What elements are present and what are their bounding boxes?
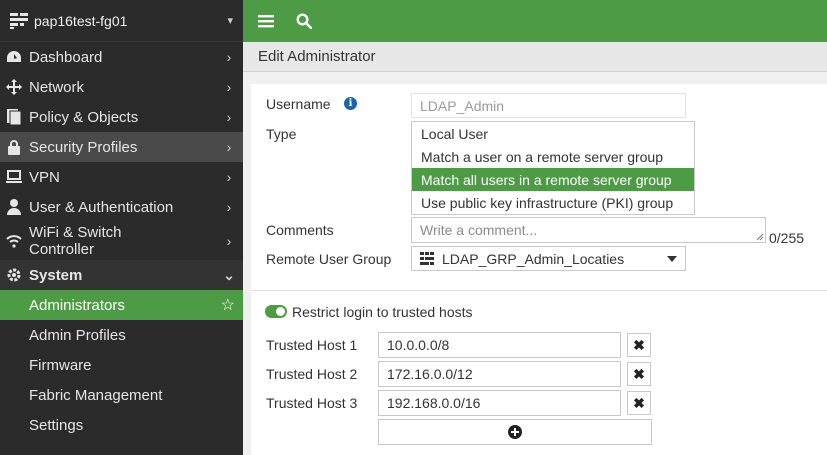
- sidebar-item-label: Dashboard: [29, 48, 103, 66]
- resize-handle-icon[interactable]: [756, 233, 764, 241]
- trusted-host-2-field[interactable]: 172.16.0.0/12: [378, 361, 621, 387]
- chevron-down-icon: ⌄: [223, 266, 235, 283]
- sidebar-subitem-label: Fabric Management: [29, 386, 163, 404]
- group-icon: [420, 252, 434, 265]
- plus-circle-icon: [508, 425, 522, 439]
- policy-icon: [6, 109, 22, 125]
- page-title: Edit Administrator: [243, 42, 827, 72]
- trusted-host-3-field[interactable]: 192.168.0.0/16: [378, 390, 621, 416]
- remove-trusted-host-3-button[interactable]: ✖: [627, 391, 651, 415]
- laptop-icon: [6, 169, 22, 185]
- sidebar-item-label: System: [29, 266, 83, 284]
- sidebar-item-label: VPN: [29, 168, 60, 186]
- search-icon[interactable]: [293, 10, 315, 32]
- chevron-right-icon: ›: [226, 169, 232, 185]
- fortigate-logo-icon: [10, 12, 28, 29]
- sidebar-subitem-fabric-management[interactable]: Fabric Management: [0, 380, 243, 410]
- dashboard-icon: [6, 49, 22, 65]
- chevron-right-icon: ›: [226, 199, 232, 215]
- close-icon: ✖: [633, 394, 645, 411]
- sidebar-item-user-authentication[interactable]: User & Authentication ›: [0, 192, 243, 222]
- chevron-right-icon: ›: [226, 49, 232, 65]
- user-icon: [6, 199, 22, 215]
- restrict-hosts-toggle[interactable]: [265, 305, 287, 318]
- device-name: pap16test-fg01: [34, 12, 128, 29]
- username-label: Username: [266, 96, 331, 112]
- top-bar: [243, 0, 827, 42]
- sidebar-item-vpn[interactable]: VPN ›: [0, 162, 243, 192]
- sidebar-item-label: Network: [29, 78, 85, 96]
- chevron-right-icon: ›: [226, 79, 232, 95]
- remove-trusted-host-1-button[interactable]: ✖: [627, 333, 651, 357]
- chevron-right-icon: ›: [226, 139, 232, 155]
- sidebar-subitem-firmware[interactable]: Firmware: [0, 350, 243, 380]
- comments-char-counter: 0/255: [769, 230, 805, 246]
- sidebar-subitem-label: Admin Profiles: [29, 326, 126, 344]
- sidebar-subitem-label: Firmware: [29, 356, 92, 374]
- trusted-host-3-label: Trusted Host 3: [266, 395, 358, 411]
- network-icon: [6, 79, 22, 95]
- trusted-host-1-field[interactable]: 10.0.0.0/8: [378, 332, 621, 358]
- comments-label: Comments: [266, 222, 334, 238]
- sidebar-item-label: Security Profiles: [29, 138, 138, 156]
- add-trusted-host-button[interactable]: [378, 419, 652, 445]
- gear-icon: [6, 267, 22, 283]
- type-option-pki-group[interactable]: Use public key infrastructure (PKI) grou…: [412, 191, 694, 214]
- dropdown-caret-icon: [667, 255, 677, 262]
- type-label: Type: [266, 126, 297, 142]
- sidebar-item-policy-objects[interactable]: Policy & Objects ›: [0, 102, 243, 132]
- chevron-right-icon: ›: [226, 232, 232, 249]
- remove-trusted-host-2-button[interactable]: ✖: [627, 362, 651, 386]
- sidebar-subitem-settings[interactable]: Settings: [0, 410, 243, 440]
- section-divider: [251, 290, 827, 291]
- chevron-down-icon: ▾: [227, 15, 233, 27]
- chevron-right-icon: ›: [226, 109, 232, 125]
- sidebar-item-label: User & Authentication: [29, 198, 174, 216]
- sidebar-subitem-label: Administrators: [29, 296, 125, 314]
- remote-group-label: Remote User Group: [266, 251, 392, 267]
- close-icon: ✖: [633, 336, 645, 353]
- sidebar-item-wifi-switch-controller[interactable]: WiFi & Switch Controller ›: [0, 224, 243, 258]
- sidebar-item-label: Policy & Objects: [29, 108, 139, 126]
- close-icon: ✖: [633, 365, 645, 382]
- sidebar-subitem-administrators[interactable]: Administrators ☆: [0, 290, 243, 320]
- type-option-match-user-remote-group[interactable]: Match a user on a remote server group: [412, 145, 694, 168]
- label-line-1: WiFi & Switch: [29, 224, 122, 241]
- username-field[interactable]: LDAP_Admin: [411, 93, 686, 118]
- lock-icon: [6, 139, 22, 155]
- favorite-star-icon[interactable]: ☆: [221, 295, 235, 315]
- wifi-icon: [6, 233, 22, 249]
- trusted-host-1-label: Trusted Host 1: [266, 337, 358, 353]
- sidebar-item-system[interactable]: System ⌄: [0, 260, 243, 290]
- sidebar: pap16test-fg01 ▾ Dashboard › Network › P…: [0, 0, 243, 455]
- type-option-local-user[interactable]: Local User: [412, 122, 694, 145]
- remote-group-value: LDAP_GRP_Admin_Locaties: [442, 250, 625, 267]
- type-option-match-all-remote-group[interactable]: Match all users in a remote server group: [412, 168, 694, 191]
- trusted-host-2-label: Trusted Host 2: [266, 366, 358, 382]
- sidebar-item-security-profiles[interactable]: Security Profiles ›: [0, 132, 243, 162]
- sidebar-subitem-label: Settings: [29, 416, 84, 434]
- device-selector[interactable]: pap16test-fg01 ▾: [0, 0, 243, 42]
- restrict-hosts-label: Restrict login to trusted hosts: [292, 304, 473, 320]
- sidebar-item-label: WiFi & Switch Controller: [29, 224, 223, 258]
- info-icon[interactable]: i: [344, 97, 357, 110]
- remote-group-select[interactable]: LDAP_GRP_Admin_Locaties: [411, 246, 686, 271]
- hamburger-menu-icon[interactable]: [255, 10, 277, 32]
- sidebar-item-network[interactable]: Network ›: [0, 72, 243, 102]
- sidebar-subitem-admin-profiles[interactable]: Admin Profiles: [0, 320, 243, 350]
- comments-field[interactable]: Write a comment...: [411, 217, 766, 243]
- label-line-2: Controller: [29, 241, 95, 258]
- type-option-list: Local User Match a user on a remote serv…: [411, 121, 695, 215]
- sidebar-item-dashboard[interactable]: Dashboard ›: [0, 42, 243, 72]
